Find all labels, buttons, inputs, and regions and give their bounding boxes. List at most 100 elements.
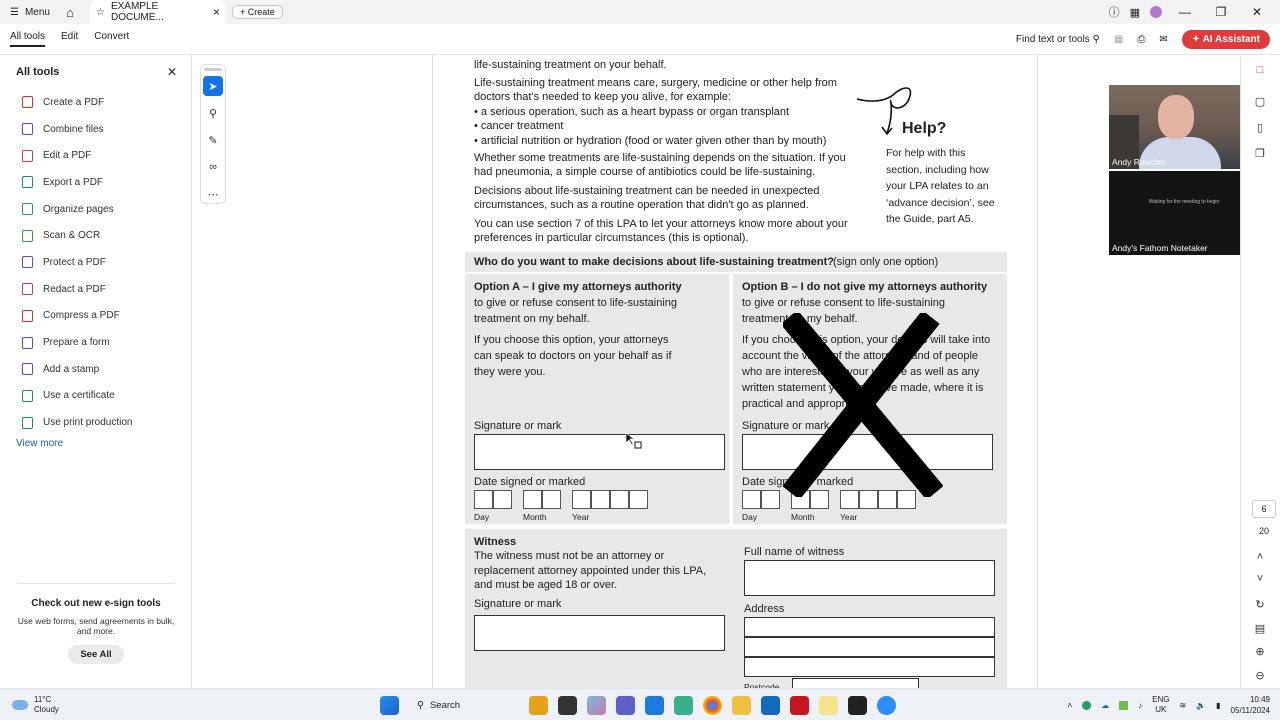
- pages-icon[interactable]: ❐: [1253, 147, 1267, 161]
- lasso-icon[interactable]: ∞: [203, 157, 223, 177]
- comment-icon[interactable]: ⚲: [203, 103, 223, 123]
- ai-assistant-button[interactable]: ✦ AI Assistant: [1181, 29, 1270, 49]
- file-explorer-icon[interactable]: [529, 695, 548, 715]
- region-code: UK: [1155, 705, 1167, 714]
- volume-icon[interactable]: 🔈: [1196, 701, 1206, 710]
- tab-edit[interactable]: Edit: [61, 31, 78, 47]
- chevron-down-icon[interactable]: ˅: [1253, 572, 1267, 586]
- find-text-button[interactable]: Find text or tools ⚲: [1016, 34, 1100, 45]
- tool-icon: [22, 203, 33, 216]
- tool-item-add-a-stamp[interactable]: Add a stamp: [0, 356, 191, 383]
- folder-icon[interactable]: [732, 695, 751, 715]
- comments-icon[interactable]: ▢: [1253, 95, 1267, 109]
- save-icon[interactable]: ▦: [1114, 34, 1123, 45]
- select-cursor-icon[interactable]: ➤: [203, 76, 223, 96]
- tool-label: Compress a PDF: [43, 310, 120, 322]
- chevron-up-icon[interactable]: ˄: [1067, 701, 1072, 710]
- postcode-label: Postcode: [744, 682, 780, 688]
- battery-icon[interactable]: ▮: [1216, 701, 1220, 710]
- tool-item-organize-pages[interactable]: Organize pages: [0, 196, 191, 223]
- email-icon[interactable]: ✉: [1159, 34, 1167, 45]
- app-icon[interactable]: [674, 695, 693, 715]
- view-more-link[interactable]: View more: [0, 438, 191, 449]
- year-box[interactable]: [610, 490, 629, 509]
- app-tray-icon[interactable]: [1119, 700, 1129, 710]
- snip-icon[interactable]: [848, 695, 867, 715]
- home-icon[interactable]: ⌂: [58, 5, 82, 20]
- language-indicator[interactable]: ENG UK: [1152, 695, 1169, 715]
- weather-widget[interactable]: 11°C Cloudy: [12, 695, 59, 715]
- postcode-field[interactable]: [792, 678, 919, 688]
- day-box[interactable]: [493, 490, 512, 509]
- address-line-field[interactable]: [744, 637, 995, 657]
- taskbar-search[interactable]: ⚲ Search: [409, 695, 519, 715]
- zoom-out-icon[interactable]: ⊖: [1253, 669, 1267, 683]
- zoom-in-icon[interactable]: ⊕: [1253, 645, 1267, 659]
- close-panel-icon[interactable]: ✕: [167, 65, 177, 79]
- close-icon[interactable]: ×: [213, 5, 220, 19]
- maximize-icon[interactable]: ❐: [1208, 5, 1234, 19]
- see-all-button[interactable]: See All: [68, 645, 124, 665]
- tool-item-redact-a-pdf[interactable]: Redact a PDF: [0, 276, 191, 303]
- chevron-up-icon[interactable]: ˄: [1253, 550, 1267, 564]
- zoom-app-icon[interactable]: [877, 695, 896, 715]
- microphone-icon[interactable]: ♪: [1138, 701, 1142, 710]
- create-button[interactable]: + Create: [232, 5, 283, 19]
- tool-item-combine-files[interactable]: Combine files: [0, 116, 191, 143]
- teams-icon[interactable]: [616, 695, 635, 715]
- tool-item-use-print-production[interactable]: Use print production: [0, 409, 191, 436]
- year-box[interactable]: [629, 490, 648, 509]
- page-number-input[interactable]: 6: [1252, 500, 1276, 518]
- export-icon[interactable]: □: [1253, 63, 1267, 77]
- more-tools-icon[interactable]: ⋯: [203, 184, 223, 204]
- tool-item-edit-a-pdf[interactable]: Edit a PDF: [0, 142, 191, 169]
- status-dot-icon[interactable]: [1082, 700, 1092, 710]
- notes-icon[interactable]: [819, 695, 838, 715]
- acrobat-icon[interactable]: [790, 695, 809, 715]
- minimize-icon[interactable]: —: [1172, 5, 1198, 19]
- tool-item-create-a-pdf[interactable]: Create a PDF: [0, 89, 191, 116]
- document-tab[interactable]: ☆ EXAMPLE DOCUME... ×: [90, 0, 226, 24]
- tool-item-prepare-a-form[interactable]: Prepare a form: [0, 329, 191, 356]
- day-box[interactable]: [761, 490, 780, 509]
- tool-item-export-a-pdf[interactable]: Export a PDF: [0, 169, 191, 196]
- witness-name-field[interactable]: [744, 560, 995, 596]
- outlook-icon[interactable]: [761, 695, 780, 715]
- star-icon[interactable]: ☆: [96, 7, 105, 18]
- chrome-icon[interactable]: [703, 695, 722, 715]
- window-close-icon[interactable]: ✕: [1244, 5, 1270, 19]
- pen-icon[interactable]: ✎: [203, 130, 223, 150]
- copilot-icon[interactable]: [587, 695, 606, 715]
- address-line-field[interactable]: [744, 657, 995, 677]
- address-line-field[interactable]: [744, 617, 995, 637]
- year-box[interactable]: [572, 490, 591, 509]
- avatar[interactable]: [1150, 6, 1162, 18]
- year-box[interactable]: [591, 490, 610, 509]
- day-box[interactable]: [742, 490, 761, 509]
- tool-item-use-a-certificate[interactable]: Use a certificate: [0, 383, 191, 410]
- witness-signature-field[interactable]: [474, 615, 725, 651]
- clock[interactable]: 10:49 05/11/2024: [1231, 694, 1270, 716]
- terminal-icon[interactable]: [558, 695, 577, 715]
- print-icon[interactable]: ⎙: [1137, 34, 1145, 45]
- help-icon[interactable]: ⓘ: [1109, 4, 1120, 20]
- tool-item-scan-ocr[interactable]: Scan & OCR: [0, 222, 191, 249]
- windows-start-icon[interactable]: [380, 695, 399, 715]
- tab-convert[interactable]: Convert: [94, 31, 129, 47]
- onedrive-icon[interactable]: ☁: [1101, 701, 1109, 710]
- tab-all-tools[interactable]: All tools: [10, 31, 46, 47]
- apps-grid-icon[interactable]: ▦: [1130, 6, 1140, 19]
- bookmark-icon[interactable]: ▯: [1253, 121, 1267, 135]
- month-box[interactable]: [542, 490, 561, 509]
- tool-item-protect-a-pdf[interactable]: Protect a PDF: [0, 249, 191, 276]
- page-fit-icon[interactable]: ▤: [1253, 622, 1267, 636]
- wifi-icon[interactable]: ≋: [1179, 701, 1186, 710]
- month-box[interactable]: [523, 490, 542, 509]
- option-a-signature-field[interactable]: [474, 434, 725, 470]
- store-icon[interactable]: [645, 695, 664, 715]
- day-box[interactable]: [474, 490, 493, 509]
- refresh-icon[interactable]: ↻: [1253, 598, 1267, 612]
- menu-button[interactable]: ☰ Menu: [0, 7, 58, 18]
- help-title: Help?: [902, 120, 947, 137]
- tool-item-compress-a-pdf[interactable]: Compress a PDF: [0, 303, 191, 330]
